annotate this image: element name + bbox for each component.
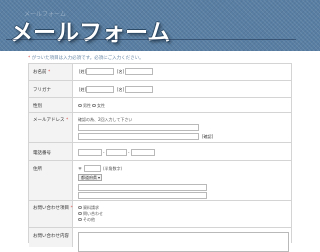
chevron-down-icon: ▾ xyxy=(97,175,100,180)
row-name: お名前 * [姓] [名] xyxy=(29,64,291,80)
gender-male-label: 男性 xyxy=(83,103,91,108)
email-label: メールアドレス * xyxy=(33,118,69,123)
row-phone: 電話番号 - - xyxy=(29,142,291,160)
label-cell: 電話番号 xyxy=(29,143,73,160)
mei-tag: [名] xyxy=(117,69,125,74)
label-cell: フリガナ xyxy=(29,81,73,97)
address-label: 住所 xyxy=(33,167,42,172)
label-cell: お名前 * xyxy=(29,64,73,80)
inquiry-option-radio[interactable] xyxy=(78,217,82,221)
page-title: メールフォーム xyxy=(10,20,171,46)
phone-part3-input[interactable] xyxy=(131,149,155,156)
furigana-mei-tag: [名] xyxy=(117,87,125,92)
name-mei-input[interactable] xyxy=(125,68,153,75)
gender-male-radio[interactable] xyxy=(78,103,82,107)
furigana-mei-input[interactable] xyxy=(125,86,153,93)
postal-mark: 〒 xyxy=(78,166,82,171)
email-input[interactable] xyxy=(78,124,199,131)
inquiry-type-label: お問い合わせ項目 * xyxy=(33,206,73,211)
row-furigana: フリガナ [姓] [名] xyxy=(29,80,291,97)
header-banner: メールフォーム メールフォーム xyxy=(0,0,320,51)
postal-hint: (半角数字) xyxy=(103,166,123,171)
required-notice: * がついた項目は入力必須です。必須にご入力ください。 xyxy=(28,55,144,61)
row-gender: 性別 男性 女性 xyxy=(29,97,291,112)
prefecture-select[interactable]: 都道府県 ▾ xyxy=(78,174,102,181)
row-inquiry-body: お問い合わせ内容 xyxy=(29,227,291,252)
phone-sep-1: - xyxy=(103,150,105,155)
label-cell: お問い合わせ内容 xyxy=(29,228,73,247)
inquiry-body-label: お問い合わせ内容 xyxy=(33,234,69,239)
inquiry-option-radio[interactable] xyxy=(78,211,82,215)
gender-label: 性別 xyxy=(33,104,42,109)
postal-code-input[interactable] xyxy=(84,165,101,172)
name-sei-input[interactable] xyxy=(86,68,114,75)
email-confirm-input[interactable] xyxy=(78,133,199,140)
address-line1-input[interactable] xyxy=(78,184,207,191)
inquiry-option-radio[interactable] xyxy=(78,205,82,209)
label-cell: メールアドレス * xyxy=(29,113,73,142)
email-confirm-tag: [確認] xyxy=(202,134,214,139)
row-inquiry-type: お問い合わせ項目 * 資料請求 問い合わせ その他 xyxy=(29,200,291,227)
row-address: 住所 〒 (半角数字) 都道府県 ▾ xyxy=(29,160,291,200)
row-email: メールアドレス * 確認の為、2回入力して下さい [確認] xyxy=(29,112,291,142)
email-hint: 確認の為、2回入力して下さい xyxy=(78,117,133,122)
label-cell: 性別 xyxy=(29,98,73,112)
inquiry-body-textarea[interactable] xyxy=(78,232,289,252)
header-divider xyxy=(6,39,296,40)
mail-form: お名前 * [姓] [名] フリガナ [姓] [名] 性別 男性 女性 メールア… xyxy=(28,63,292,252)
name-label: お名前 * xyxy=(33,70,51,75)
phone-sep-2: - xyxy=(128,150,130,155)
gender-female-label: 女性 xyxy=(97,103,105,108)
furigana-sei-input[interactable] xyxy=(86,86,114,93)
furigana-label: フリガナ xyxy=(33,88,51,93)
phone-part1-input[interactable] xyxy=(78,149,102,156)
required-notice-text: がついた項目は入力必須です。必須にご入力ください。 xyxy=(30,56,144,61)
label-cell: 住所 xyxy=(29,161,73,200)
phone-label: 電話番号 xyxy=(33,151,51,156)
label-cell: お問い合わせ項目 * xyxy=(29,201,73,227)
inquiry-option-label: その他 xyxy=(83,217,95,222)
gender-female-radio[interactable] xyxy=(92,103,96,107)
phone-part2-input[interactable] xyxy=(106,149,127,156)
address-line2-input[interactable] xyxy=(78,192,207,199)
